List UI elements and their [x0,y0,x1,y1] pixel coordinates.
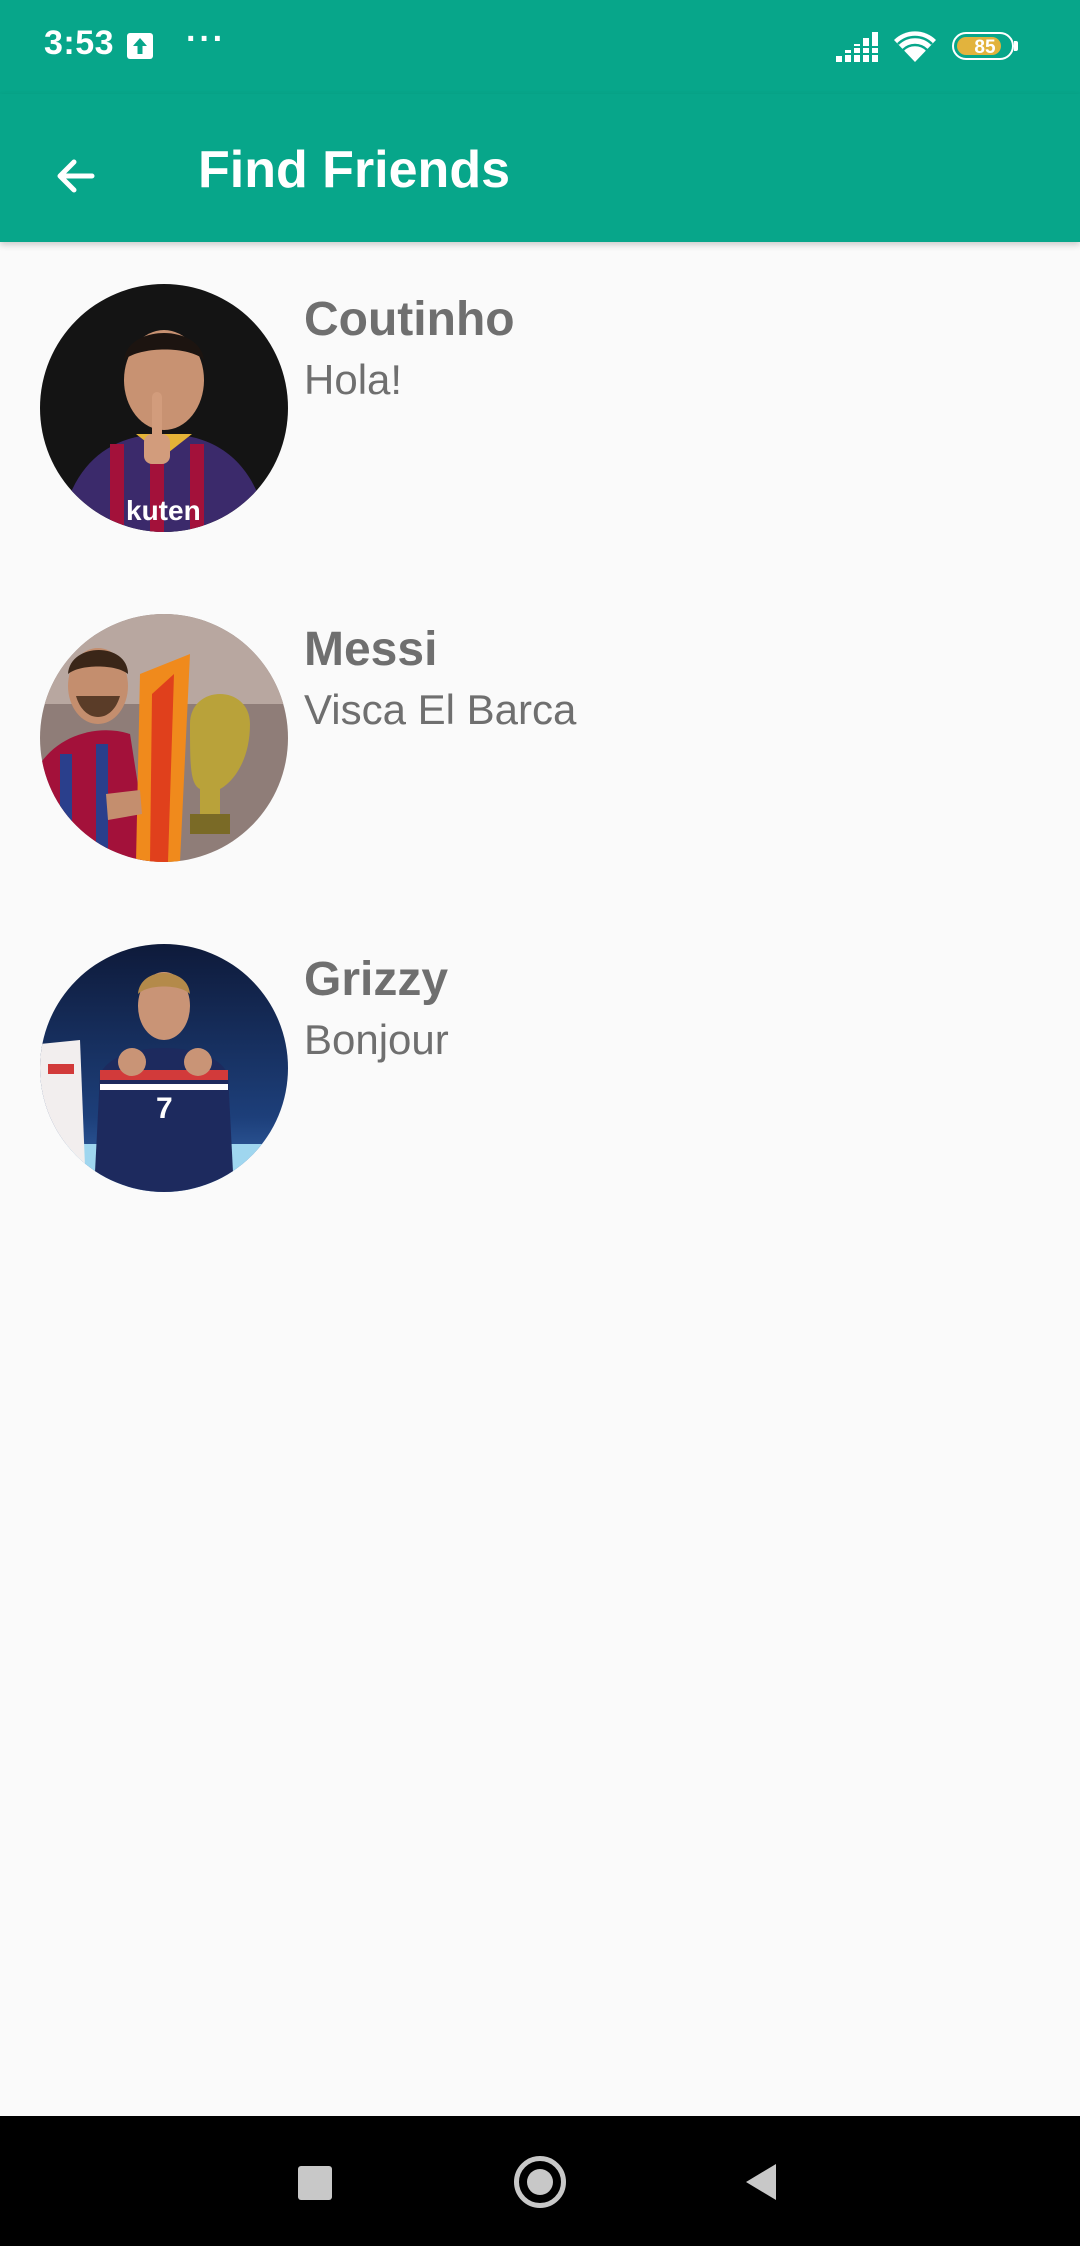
more-notifications-indicator: ··· [186,20,226,58]
friend-status: Hola! [304,356,403,403]
upload-icon [127,33,153,59]
system-nav-bar [0,2116,1080,2246]
avatar-photo-grizzy: 7 [40,944,288,1192]
friend-row-messi[interactable]: Messi Visca El Barca [0,572,1080,872]
recents-square-icon[interactable] [298,2166,332,2200]
svg-text:7: 7 [156,1092,173,1125]
battery-body: 85 [952,32,1014,60]
friend-status: Bonjour [304,1016,449,1063]
battery-icon: 85 [952,32,1020,62]
friend-name: Coutinho [304,293,515,346]
home-circle-icon[interactable] [514,2156,566,2208]
arrow-left-icon [57,159,95,193]
app-bar: Find Friends [0,94,1080,242]
friend-row-grizzy[interactable]: 7 Grizzy Bonjour [0,902,1080,1202]
friend-status: Visca El Barca [304,686,577,733]
back-button[interactable] [36,136,116,216]
battery-tip [1014,41,1018,51]
status-bar: 3:53 ··· 85 [0,0,1080,94]
back-triangle-icon[interactable] [744,2162,778,2202]
signal-icon [836,32,878,62]
avatar[interactable]: kuten [40,284,288,532]
battery-level: 85 [974,37,996,58]
wifi-icon [894,31,936,62]
avatar[interactable] [40,614,288,862]
friend-name: Messi [304,623,438,676]
friend-name: Grizzy [304,953,449,1006]
avatar[interactable]: 7 [40,944,288,1192]
status-time: 3:53 [44,24,115,62]
friend-row-coutinho[interactable]: kuten Coutinho Hola! [0,242,1080,542]
page-title: Find Friends [198,141,510,199]
home-dot [527,2169,553,2195]
svg-text:kuten: kuten [126,495,201,526]
avatar-photo-messi [40,614,288,862]
avatar-photo-coutinho: kuten [40,284,288,532]
